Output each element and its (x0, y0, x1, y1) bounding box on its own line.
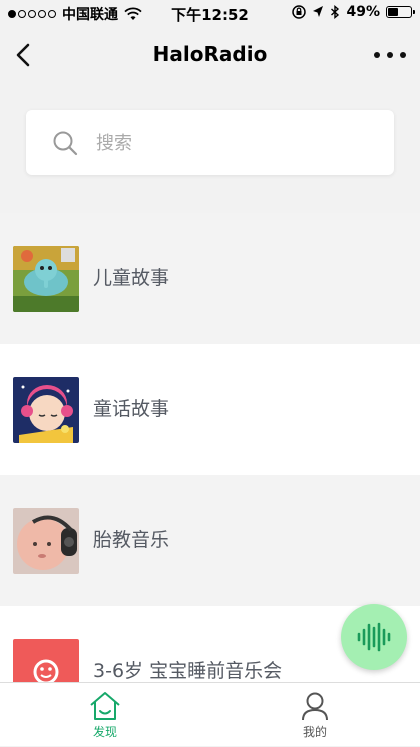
tab-discover[interactable]: 发现 (65, 691, 145, 747)
baby-headphones-thumbnail (13, 508, 79, 574)
sound-wave-icon (357, 622, 391, 652)
tab-label: 我的 (302, 725, 327, 739)
search-icon (53, 131, 78, 156)
navigation-bar: HaloRadio (0, 28, 420, 84)
tab-bar: 发现 我的 (0, 682, 420, 746)
battery-percent: 49% (346, 4, 380, 20)
sleeping-baby-cartoon-thumbnail (13, 377, 79, 443)
bluetooth-icon (331, 5, 340, 19)
elephant-cartoon-thumbnail (13, 246, 79, 312)
list-item-label: 儿童故事 (93, 267, 170, 289)
status-bar: 中国联通 下午12:52 49% (0, 0, 420, 28)
list-item-label: 3-6岁 宝宝睡前音乐会 (93, 660, 283, 682)
battery-fill (388, 8, 399, 16)
list-item-label: 童话故事 (93, 398, 170, 420)
list-item-fairy-tales[interactable]: 童话故事 (0, 344, 420, 475)
tab-label: 发现 (92, 725, 117, 739)
page-title: HaloRadio (152, 42, 268, 66)
search-bar[interactable] (26, 110, 394, 175)
tab-mine[interactable]: 我的 (275, 691, 355, 747)
person-icon (302, 692, 328, 721)
more-horizontal-icon[interactable] (374, 42, 406, 68)
status-right: 49% (292, 4, 415, 20)
orientation-lock-icon (292, 5, 307, 19)
list-item-children-stories[interactable]: 儿童故事 (0, 213, 420, 344)
location-arrow-icon (313, 6, 324, 17)
list-item-prenatal-music[interactable]: 胎教音乐 (0, 475, 420, 606)
house-icon (90, 692, 120, 720)
list-item-label: 胎教音乐 (93, 529, 170, 551)
battery-icon (386, 6, 415, 18)
search-input[interactable] (94, 126, 378, 160)
voice-play-button[interactable] (341, 604, 407, 670)
